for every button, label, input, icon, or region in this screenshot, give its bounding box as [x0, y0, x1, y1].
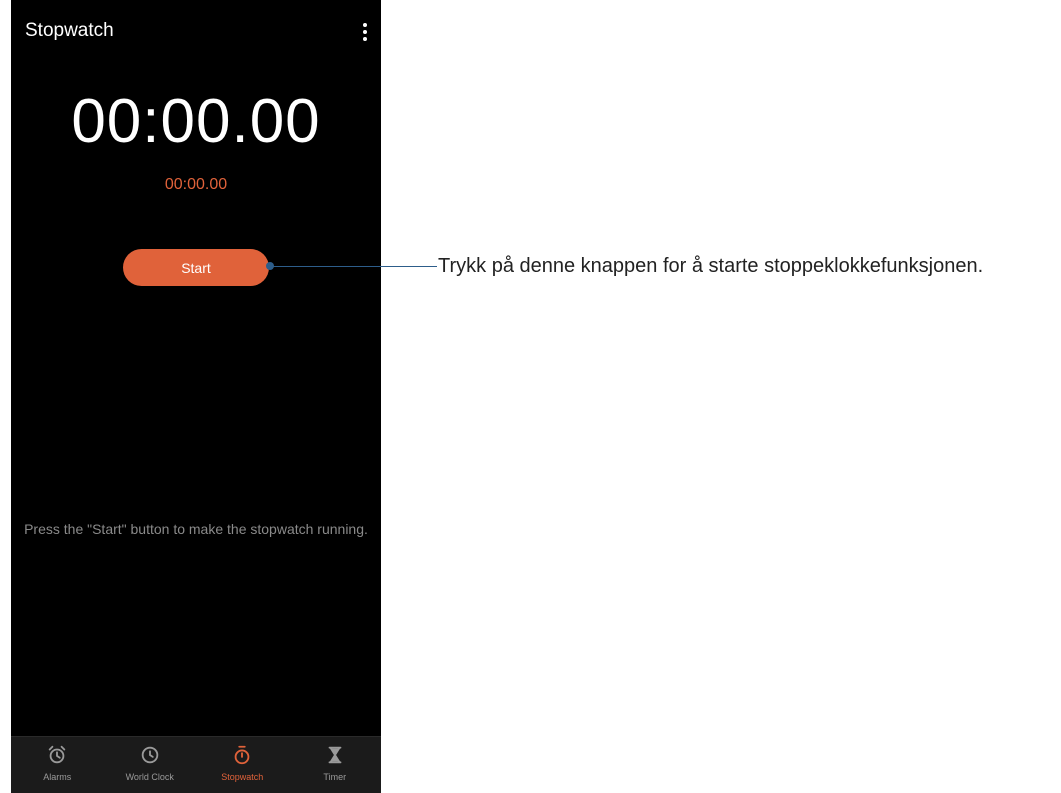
page-title: Stopwatch [25, 20, 114, 41]
app-bar: Stopwatch [11, 0, 381, 64]
elapsed-time-display: 00:00.00 [71, 87, 321, 156]
lap-time-display: 00:00.00 [164, 176, 228, 193]
start-button[interactable]: Start [123, 249, 269, 286]
nav-label-world-clock: World Clock [125, 772, 174, 782]
hint-text: Press the "Start" button to make the sto… [24, 521, 368, 537]
bottom-navigation: Alarms World Clock Stopwatch Timer [11, 736, 381, 793]
nav-item-timer[interactable]: Timer [289, 737, 382, 793]
nav-item-world-clock[interactable]: World Clock [104, 737, 197, 793]
more-options-icon[interactable] [353, 16, 377, 48]
nav-item-alarms[interactable]: Alarms [11, 737, 104, 793]
stopwatch-icon [234, 745, 250, 765]
nav-label-alarms: Alarms [43, 772, 72, 782]
callout-text: Trykk på denne knappen for å starte stop… [438, 255, 984, 277]
stopwatch-screen: Stopwatch 00:00.00 00:00.00 Start Press … [11, 0, 381, 793]
clock-icon [141, 746, 158, 764]
nav-label-timer: Timer [323, 772, 347, 782]
alarm-icon [49, 745, 66, 764]
nav-item-stopwatch[interactable]: Stopwatch [196, 737, 289, 793]
callout-line [270, 266, 437, 267]
nav-label-stopwatch: Stopwatch [221, 772, 264, 782]
hourglass-icon [328, 746, 342, 764]
